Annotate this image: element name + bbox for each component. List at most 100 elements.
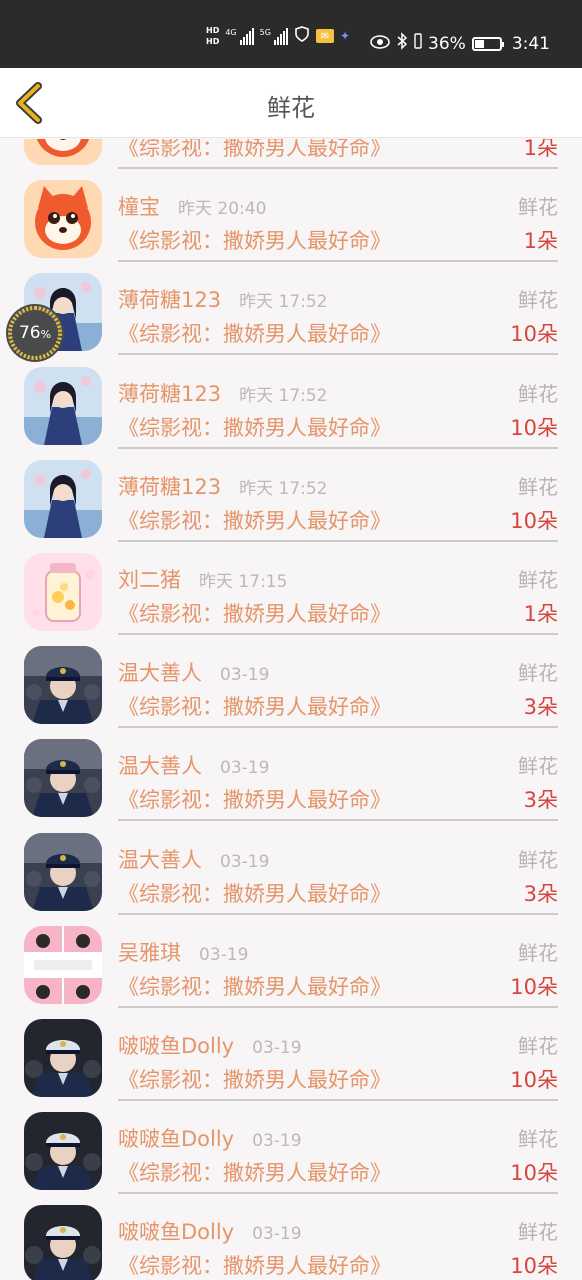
avatar[interactable] — [24, 832, 102, 911]
avatar[interactable] — [24, 459, 102, 538]
signal-bars-icon — [239, 27, 254, 45]
network-type-1: 4G — [225, 28, 237, 37]
eye-icon — [370, 34, 390, 54]
row-header: 薄荷糖123 昨天 17:52 鲜花 — [118, 471, 558, 499]
progress-badge[interactable]: 76% — [6, 304, 64, 362]
avatar[interactable] — [24, 366, 102, 445]
list-item[interactable]: 薄荷糖123 昨天 17:52 鲜花 《综影视：撒娇男人最好命》 10朵 — [0, 453, 582, 546]
flower-list[interactable]: 《综影视：撒娇男人最好命》 1朵 橦宝 昨天 20:40 鲜花 《综影视：撒娇男人最好命》… — [0, 139, 582, 1280]
book-title[interactable]: 《综影视：撒娇男人最好命》 — [118, 412, 391, 442]
book-title[interactable]: 《综影视：撒娇男人最好命》 — [118, 139, 391, 162]
sender-name[interactable]: 橦宝 — [118, 191, 160, 221]
sender-name[interactable]: 温大善人 — [118, 844, 202, 874]
row-header: 啵啵鱼Dolly 03-19 鲜花 — [118, 1123, 558, 1151]
timestamp: 昨天 20:40 — [178, 199, 267, 220]
book-title[interactable]: 《综影视：撒娇男人最好命》 — [118, 691, 391, 721]
list-item[interactable]: 温大善人 03-19 鲜花 《综影视：撒娇男人最好命》 3朵 — [0, 639, 582, 732]
divider — [118, 1005, 558, 1008]
book-title[interactable]: 《综影视：撒娇男人最好命》 — [118, 225, 391, 255]
gift-type: 鲜花 — [518, 474, 558, 499]
sender-name[interactable]: 薄荷糖123 — [118, 284, 221, 314]
gift-type: 鲜花 — [518, 661, 558, 686]
divider — [118, 633, 558, 635]
list-item[interactable]: 啵啵鱼Dolly 03-19 鲜花 《综影视：撒娇男人最好命》 10朵 — [0, 1198, 582, 1280]
avatar[interactable] — [24, 1112, 102, 1191]
row-header: 啵啵鱼Dolly 03-19 鲜花 — [118, 1030, 558, 1058]
hd-label-1: HD — [206, 26, 220, 35]
mail-notification-icon: ✉ — [315, 29, 334, 43]
book-title[interactable]: 《综影视：撒娇男人最好命》 — [118, 1250, 391, 1280]
signal-bars-icon — [273, 27, 288, 45]
battery-fill — [474, 39, 485, 48]
row-detail: 《综影视：撒娇男人最好命》 1朵 — [118, 598, 558, 628]
list-item[interactable]: 啵啵鱼Dolly 03-19 鲜花 《综影视：撒娇男人最好命》 10朵 — [0, 1012, 582, 1105]
list-item[interactable]: 薄荷糖123 昨天 17:52 鲜花 《综影视：撒娇男人最好命》 10朵 — [0, 360, 582, 453]
flower-count: 3朵 — [523, 788, 558, 813]
sender-name[interactable]: 啵啵鱼Dolly — [118, 1216, 234, 1246]
sender-name[interactable]: 温大善人 — [118, 750, 202, 780]
list-item[interactable]: 温大善人 03-19 鲜花 《综影视：撒娇男人最好命》 3朵 — [0, 826, 582, 919]
list-item[interactable]: 《综影视：撒娇男人最好命》 1朵 — [0, 139, 582, 173]
list-item[interactable]: 温大善人 03-19 鲜花 《综影视：撒娇男人最好命》 3朵 — [0, 732, 582, 825]
vibrate-icon — [414, 33, 422, 54]
sender-name[interactable]: 薄荷糖123 — [118, 378, 221, 408]
sender-name[interactable]: 薄荷糖123 — [118, 471, 221, 501]
book-title[interactable]: 《综影视：撒娇男人最好命》 — [118, 598, 391, 628]
avatar[interactable] — [24, 1205, 102, 1280]
divider — [118, 819, 558, 822]
gift-type: 鲜花 — [518, 568, 558, 592]
app-notification-icon: ✦ — [339, 29, 350, 43]
gift-type: 鲜花 — [518, 288, 558, 313]
avatar[interactable] — [24, 646, 102, 725]
row-detail: 《综影视：撒娇男人最好命》 3朵 — [118, 784, 558, 814]
divider — [118, 446, 558, 449]
divider — [118, 260, 558, 263]
book-title[interactable]: 《综影视：撒娇男人最好命》 — [118, 1064, 391, 1094]
book-title[interactable]: 《综影视：撒娇男人最好命》 — [118, 878, 391, 908]
gift-type: 鲜花 — [518, 1127, 558, 1152]
sender-name[interactable]: 吴雅琪 — [118, 937, 181, 967]
row-header: 温大善人 03-19 鲜花 — [118, 657, 558, 685]
flower-count: 3朵 — [523, 695, 558, 720]
battery-icon — [471, 36, 504, 51]
signal-2: 5G — [260, 27, 288, 45]
app-header: 鲜花 — [0, 68, 582, 138]
sender-name[interactable]: 温大善人 — [118, 657, 202, 687]
sender-name[interactable]: 啵啵鱼Dolly — [118, 1030, 234, 1060]
timestamp: 昨天 17:52 — [239, 292, 328, 313]
list-item[interactable]: 刘二猪 昨天 17:15 鲜花 《综影视：撒娇男人最好命》 1朵 — [0, 546, 582, 639]
timestamp: 昨天 17:52 — [239, 385, 328, 406]
book-title[interactable]: 《综影视：撒娇男人最好命》 — [118, 505, 391, 535]
row-detail: 《综影视：撒娇男人最好命》 10朵 — [118, 971, 558, 1001]
avatar[interactable] — [24, 553, 102, 631]
list-item[interactable]: 橦宝 昨天 20:40 鲜花 《综影视：撒娇男人最好命》 1朵 — [0, 173, 582, 266]
avatar[interactable] — [24, 180, 102, 259]
row-detail: 《综影视：撒娇男人最好命》 10朵 — [118, 412, 558, 442]
flower-count: 10朵 — [510, 1161, 558, 1186]
row-header: 薄荷糖123 昨天 17:52 鲜花 — [118, 378, 558, 406]
book-title[interactable]: 《综影视：撒娇男人最好命》 — [118, 971, 391, 1001]
book-title[interactable]: 《综影视：撒娇男人最好命》 — [118, 1157, 391, 1187]
row-header: 刘二猪 昨天 17:15 鲜花 — [118, 564, 558, 592]
flower-count: 1朵 — [523, 139, 558, 160]
flower-count: 1朵 — [523, 229, 558, 254]
book-title[interactable]: 《综影视：撒娇男人最好命》 — [118, 318, 391, 348]
row-detail: 《综影视：撒娇男人最好命》 10朵 — [118, 505, 558, 535]
row-detail: 《综影视：撒娇男人最好命》 3朵 — [118, 691, 558, 721]
avatar[interactable] — [24, 739, 102, 818]
book-title[interactable]: 《综影视：撒娇男人最好命》 — [118, 784, 391, 814]
avatar[interactable] — [24, 139, 102, 165]
divider — [118, 912, 558, 915]
row-header: 吴雅琪 03-19 鲜花 — [118, 937, 558, 965]
status-bar: HD HD 4G 5G ✉ ✦ 36% 3:41 — [0, 0, 582, 68]
avatar[interactable] — [24, 1019, 102, 1097]
flower-count: 10朵 — [510, 1254, 558, 1279]
list-item[interactable]: 啵啵鱼Dolly 03-19 鲜花 《综影视：撒娇男人最好命》 10朵 — [0, 1105, 582, 1198]
divider — [118, 167, 558, 169]
sender-name[interactable]: 啵啵鱼Dolly — [118, 1123, 234, 1153]
list-item[interactable]: 吴雅琪 03-19 鲜花 《综影视：撒娇男人最好命》 10朵 — [0, 919, 582, 1012]
sender-name[interactable]: 刘二猪 — [118, 564, 181, 594]
list-item[interactable]: 薄荷糖123 昨天 17:52 鲜花 《综影视：撒娇男人最好命》 10朵 — [0, 266, 582, 359]
row-header: 温大善人 03-19 鲜花 — [118, 750, 558, 778]
avatar[interactable] — [24, 925, 102, 1004]
